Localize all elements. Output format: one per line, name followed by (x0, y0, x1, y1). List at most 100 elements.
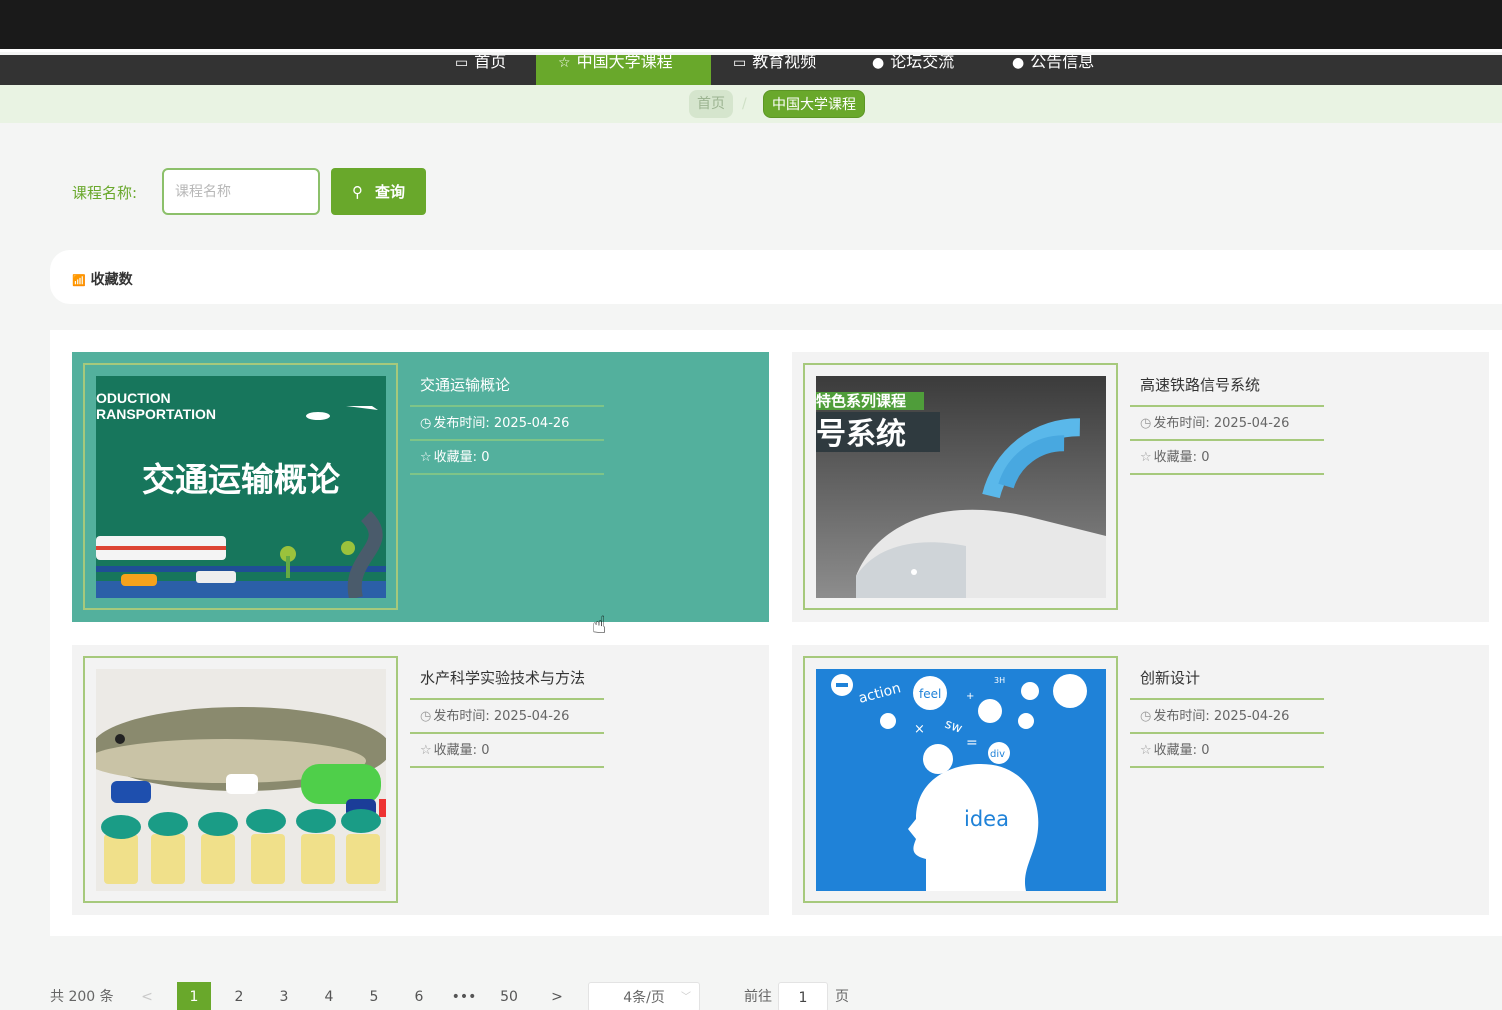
course-thumbnail[interactable] (83, 656, 398, 903)
favorite-count: ☆ 收藏量: 0 (410, 734, 604, 768)
course-card[interactable]: action feel sw div idea 3H × + = 创新设计 ◷ 发… (792, 645, 1489, 915)
goto-suffix: 页 (835, 989, 849, 1005)
nav-notice[interactable]: ● 公告信息 (990, 55, 1116, 85)
course-name-input[interactable] (162, 168, 320, 215)
image-word-feel: feel (919, 687, 941, 701)
goto-label: 前往 (744, 989, 772, 1005)
nav-forum[interactable]: ● 论坛交流 (850, 55, 976, 85)
search-label: 课程名称: (72, 184, 138, 202)
hand-cursor-icon: ☝ (592, 611, 607, 639)
star-icon: ☆ (420, 743, 432, 758)
page-size-select[interactable]: 4条/页 ﹀ (588, 982, 700, 1010)
publish-time: ◷ 发布时间: 2025-04-26 (410, 700, 604, 734)
course-thumbnail[interactable]: ODUCTION RANSPORTATION 交通运输概论 (83, 363, 398, 610)
image-tag-text: 特色系列课程 (816, 392, 906, 410)
publish-time: ◷ 发布时间: 2025-04-26 (1130, 407, 1324, 441)
image-text-line1: ODUCTION (96, 390, 171, 406)
clock-icon: ◷ (1140, 709, 1152, 724)
course-image: action feel sw div idea 3H × + = (816, 669, 1106, 891)
course-thumbnail[interactable]: action feel sw div idea 3H × + = (803, 656, 1118, 903)
nav-forum-label: 论坛交流 (890, 55, 955, 71)
page-3[interactable]: 3 (267, 982, 301, 1010)
clock-icon: ◷ (1140, 416, 1152, 431)
publish-date: 2025-04-26 (1213, 709, 1290, 724)
course-title[interactable]: 交通运输概论 (410, 373, 604, 407)
publish-label: 发布时间: (433, 709, 490, 724)
course-title[interactable]: 水产科学实验技术与方法 (410, 666, 604, 700)
clock-icon: ◷ (420, 709, 432, 724)
sort-bar: 📶 收藏数 (50, 250, 1502, 304)
page-4[interactable]: 4 (312, 982, 346, 1010)
breadcrumb: 首页 / 中国大学课程 (0, 85, 1502, 123)
page-size-value: 4条/页 (623, 990, 665, 1006)
course-card[interactable]: ODUCTION RANSPORTATION 交通运输概论 交通运输概论 ◷ 发布… (72, 352, 769, 622)
page-6[interactable]: 6 (402, 982, 436, 1010)
fav-count: 0 (1201, 743, 1210, 758)
course-title[interactable]: 高速铁路信号系统 (1130, 373, 1324, 407)
publish-date: 2025-04-26 (493, 416, 570, 431)
page-2[interactable]: 2 (222, 982, 256, 1010)
publish-label: 发布时间: (433, 416, 490, 431)
publish-label: 发布时间: (1153, 709, 1210, 724)
fav-label: 收藏量: (1153, 450, 1198, 465)
next-page-button[interactable]: > (540, 982, 574, 1010)
publish-time: ◷ 发布时间: 2025-04-26 (410, 407, 604, 441)
svg-text:=: = (966, 735, 978, 751)
image-text-main: 交通运输概论 (142, 460, 341, 499)
browser-top-bar (0, 0, 1502, 52)
nav-courses[interactable]: ☆ 中国大学课程 (536, 55, 711, 85)
pagination-total: 共 200 条 (50, 989, 114, 1005)
course-info: 创新设计 ◷ 发布时间: 2025-04-26 ☆ 收藏量: 0 (1130, 666, 1324, 768)
favorite-count: ☆ 收藏量: 0 (1130, 734, 1324, 768)
sort-by-favorites[interactable]: 📶 收藏数 (72, 269, 133, 289)
search-button-label: 查询 (374, 183, 405, 201)
breadcrumb-current: 中国大学课程 (763, 90, 865, 118)
course-thumbnail[interactable]: 特色系列课程 号系统 (803, 363, 1118, 610)
svg-text:×: × (914, 722, 925, 737)
search-icon: ⚲ (351, 182, 363, 201)
breadcrumb-home[interactable]: 首页 (689, 90, 733, 118)
page-5[interactable]: 5 (357, 982, 391, 1010)
nav-notice-label: 公告信息 (1030, 55, 1095, 71)
nav-courses-label: 中国大学课程 (576, 55, 673, 71)
course-card[interactable]: 水产科学实验技术与方法 ◷ 发布时间: 2025-04-26 ☆ 收藏量: 0 (72, 645, 769, 915)
nav-home-label: 首页 (474, 55, 507, 71)
search-button[interactable]: ⚲ 查询 (331, 168, 426, 215)
forum-icon: ● (872, 55, 885, 71)
star-icon: ☆ (558, 55, 571, 71)
main-nav: ▭ 首页 ☆ 中国大学课程 ▭ 教育视频 ● 论坛交流 ● 公告信息 (0, 55, 1502, 85)
image-main-text: 号系统 (816, 417, 906, 452)
nav-home[interactable]: ▭ 首页 (433, 55, 528, 85)
star-icon: ☆ (1140, 743, 1152, 758)
star-icon: ☆ (420, 450, 432, 465)
course-title[interactable]: 创新设计 (1130, 666, 1324, 700)
more-pages-ellipsis[interactable]: ••• (447, 982, 481, 1010)
favorite-count: ☆ 收藏量: 0 (410, 441, 604, 475)
image-text-line2: RANSPORTATION (96, 406, 216, 422)
fav-label: 收藏量: (433, 450, 478, 465)
svg-text:+: + (966, 691, 974, 702)
course-image: ODUCTION RANSPORTATION 交通运输概论 (96, 376, 386, 598)
prev-page-button[interactable]: < (130, 982, 164, 1010)
home-icon: ▭ (455, 55, 469, 71)
course-card[interactable]: 特色系列课程 号系统 高速铁路信号系统 ◷ 发布时间: 2025-04-26 ☆ 收… (792, 352, 1489, 622)
nav-videos[interactable]: ▭ 教育视频 (711, 55, 838, 85)
sort-label: 收藏数 (90, 272, 133, 288)
page-50[interactable]: 50 (492, 982, 526, 1010)
nav-videos-label: 教育视频 (752, 55, 817, 71)
goto-page-input[interactable]: 1 (778, 982, 828, 1010)
course-image: 特色系列课程 号系统 (816, 376, 1106, 598)
course-info: 交通运输概论 ◷ 发布时间: 2025-04-26 ☆ 收藏量: 0 (410, 373, 604, 475)
video-icon: ▭ (733, 55, 747, 71)
favorite-count: ☆ 收藏量: 0 (1130, 441, 1324, 475)
fav-label: 收藏量: (1153, 743, 1198, 758)
page-1[interactable]: 1 (177, 982, 211, 1010)
fav-count: 0 (1201, 450, 1210, 465)
breadcrumb-separator: / (742, 96, 747, 112)
image-word-div: div (990, 749, 1005, 760)
chevron-down-icon: ﹀ (681, 992, 691, 1003)
clock-icon: ◷ (420, 416, 432, 431)
fav-count: 0 (481, 743, 490, 758)
bar-chart-icon: 📶 (72, 274, 86, 287)
image-word-3h: 3H (994, 676, 1005, 685)
